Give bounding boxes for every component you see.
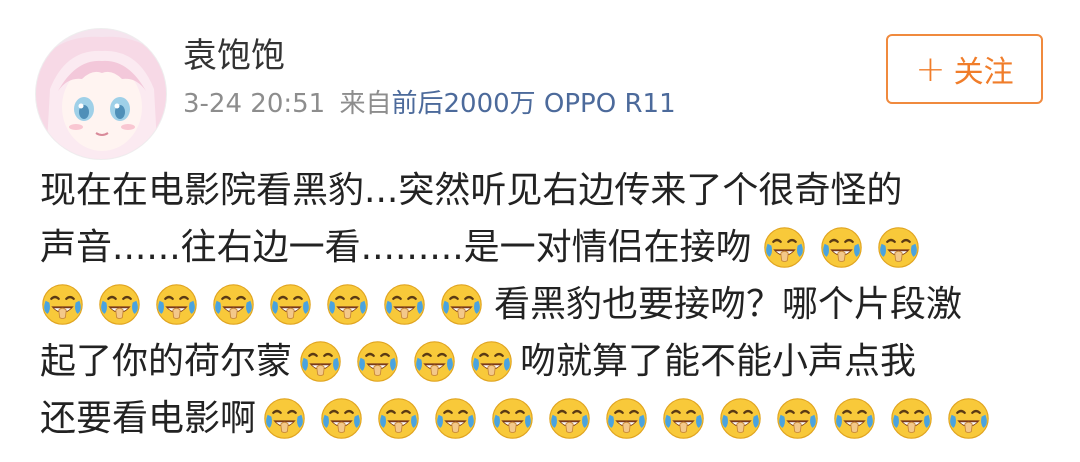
post-text: 声音......往右边一看.........是一对情侣在接吻 (40, 227, 752, 268)
laugh-cry-emoji-icon (262, 396, 307, 441)
laugh-cry-emoji-icon (433, 396, 478, 441)
laugh-cry-emoji-icon (775, 396, 820, 441)
post-text: 看黑豹也要接吻？哪个片段激 (494, 284, 963, 325)
laugh-cry-emoji-icon (298, 339, 343, 384)
follow-label: 关注 (953, 55, 1014, 90)
laugh-cry-emoji-icon (268, 282, 313, 327)
post-line: 声音......往右边一看.........是一对情侣在接吻 (40, 219, 1060, 276)
laugh-cry-emoji-icon (355, 339, 400, 384)
laugh-cry-emoji-icon (762, 225, 807, 270)
post-text: 吻就算了能不能小声点我 (520, 341, 917, 382)
laugh-cry-emoji-icon (325, 282, 370, 327)
laugh-cry-emoji-icon (604, 396, 649, 441)
laugh-cry-emoji-icon (469, 339, 514, 384)
laugh-cry-emoji-icon (382, 282, 427, 327)
laugh-cry-emoji-icon (154, 282, 199, 327)
post-time: 3-24 20:51 (183, 89, 326, 119)
laugh-cry-emoji-icon (876, 225, 921, 270)
laugh-cry-emoji-icon (832, 396, 877, 441)
post-meta: 3-24 20:51 来自前后2000万 OPPO R11 (183, 86, 676, 122)
laugh-cry-emoji-icon (661, 396, 706, 441)
post-text: 还要看电影啊 (40, 398, 257, 439)
laugh-cry-emoji-icon (819, 225, 864, 270)
username[interactable]: 袁饱饱 (183, 34, 285, 78)
laugh-cry-emoji-icon (319, 396, 364, 441)
post-source[interactable]: 前后2000万 OPPO R11 (391, 89, 675, 119)
laugh-cry-emoji-icon (211, 282, 256, 327)
post-text: 起了你的荷尔蒙 (40, 341, 293, 382)
laugh-cry-emoji-icon (376, 396, 421, 441)
laugh-cry-emoji-icon (889, 396, 934, 441)
laugh-cry-emoji-icon (97, 282, 142, 327)
avatar[interactable] (35, 28, 167, 160)
anime-girl-avatar-icon (36, 29, 166, 159)
plus-icon: + (915, 48, 946, 90)
post-line: 现在在电影院看黑豹...突然听见右边传来了个很奇怪的 (40, 162, 1060, 219)
post-line: 起了你的荷尔蒙 吻就算了能不能小声点我 (40, 333, 1060, 390)
from-label: 来自 (339, 89, 392, 119)
post-content: 现在在电影院看黑豹...突然听见右边传来了个很奇怪的 声音......往右边一看… (40, 162, 1060, 447)
post-line: 看黑豹也要接吻？哪个片段激 (40, 276, 1060, 333)
laugh-cry-emoji-icon (946, 396, 991, 441)
laugh-cry-emoji-icon (718, 396, 763, 441)
follow-button[interactable]: + 关注 (886, 34, 1043, 104)
post-line: 还要看电影啊 (40, 390, 1060, 447)
laugh-cry-emoji-icon (490, 396, 535, 441)
laugh-cry-emoji-icon (547, 396, 592, 441)
post-text: 现在在电影院看黑豹...突然听见右边传来了个很奇怪的 (40, 170, 903, 211)
laugh-cry-emoji-icon (40, 282, 85, 327)
laugh-cry-emoji-icon (412, 339, 457, 384)
laugh-cry-emoji-icon (439, 282, 484, 327)
